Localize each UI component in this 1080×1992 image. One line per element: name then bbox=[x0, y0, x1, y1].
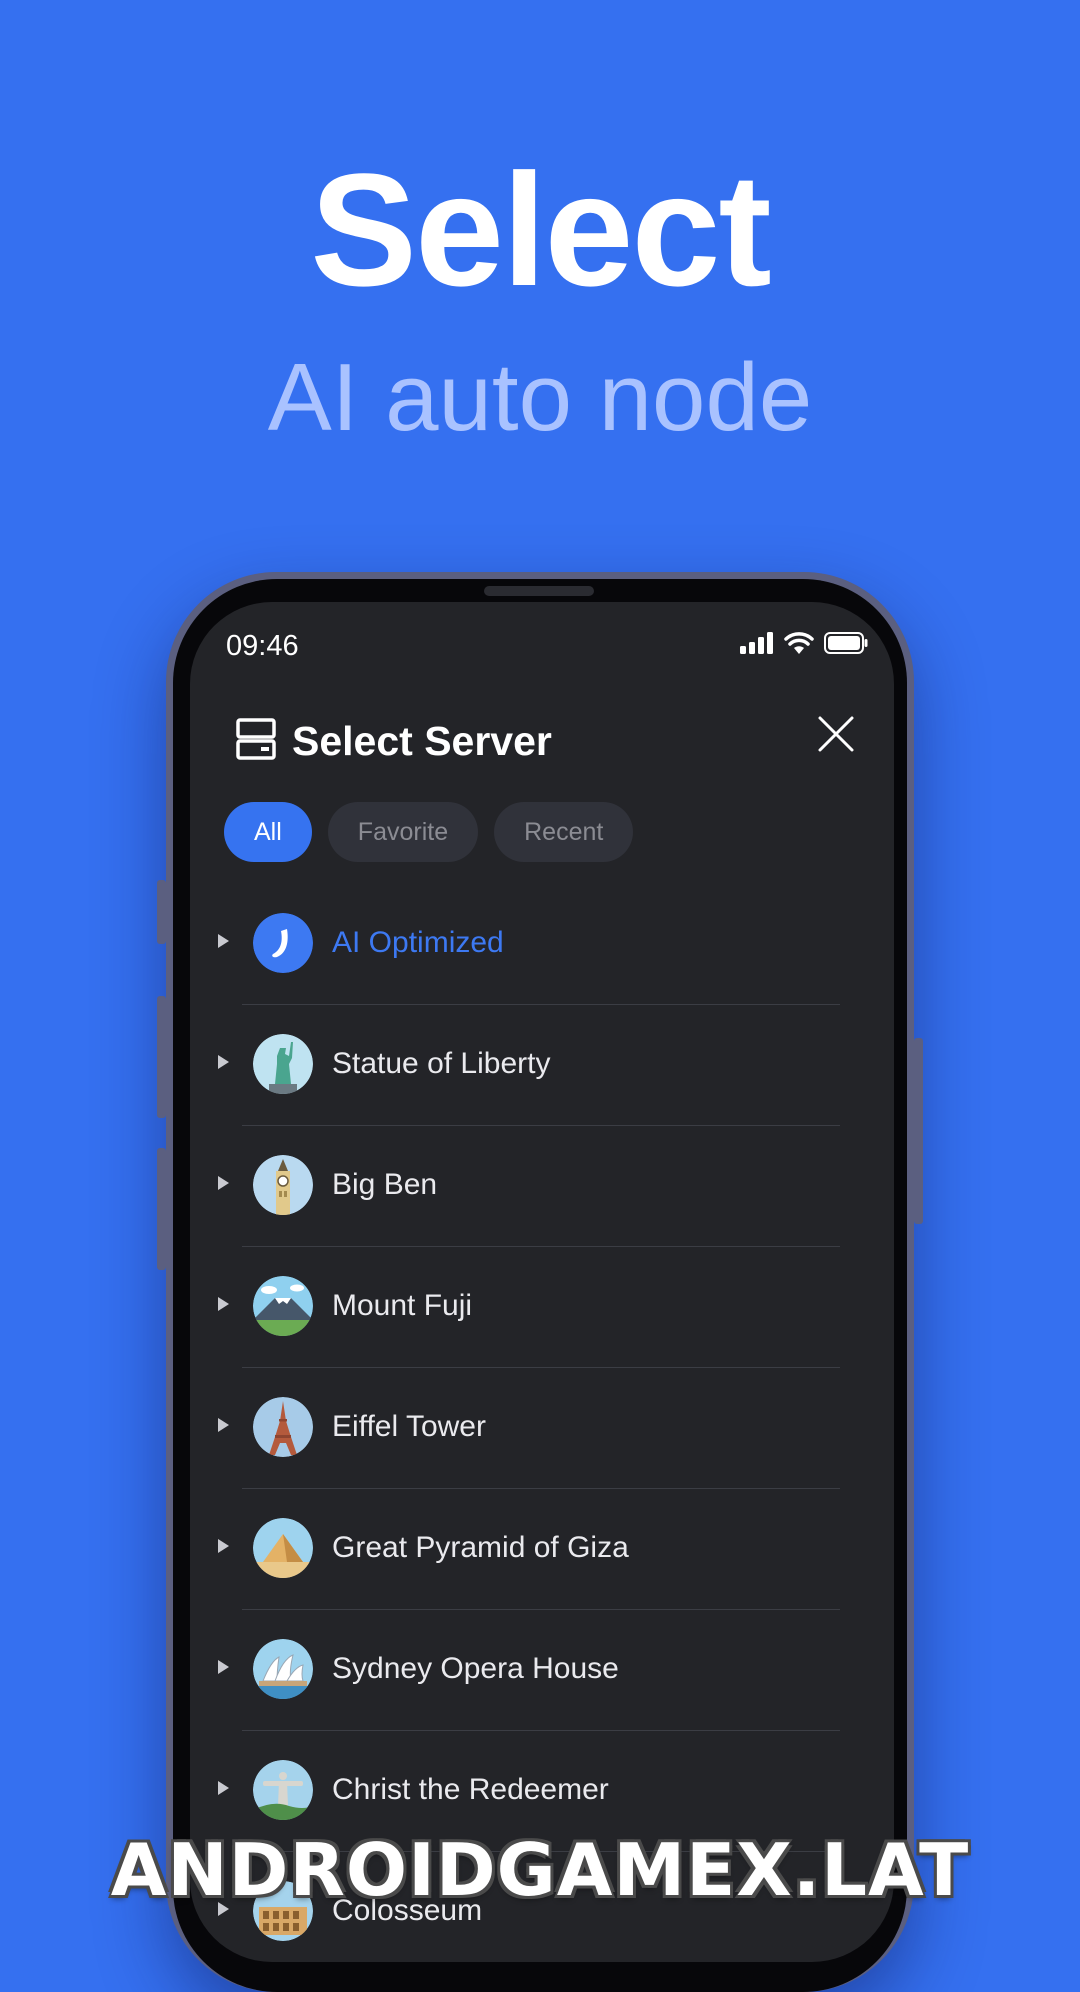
server-row-big-ben[interactable]: Big Ben bbox=[190, 1126, 894, 1247]
expand-arrow-icon[interactable] bbox=[218, 1297, 229, 1311]
ai-logo-icon bbox=[253, 913, 313, 973]
server-name: Christ the Redeemer bbox=[332, 1773, 609, 1806]
expand-arrow-icon[interactable] bbox=[218, 1539, 229, 1553]
christ-redeemer-icon bbox=[253, 1760, 313, 1820]
watermark-text: ANDROIDGAMEX.LAT bbox=[110, 1828, 970, 1912]
status-time: 09:46 bbox=[226, 630, 299, 662]
phone-side-button bbox=[157, 1148, 166, 1270]
hero-title: Select bbox=[310, 140, 771, 319]
big-ben-icon bbox=[253, 1155, 313, 1215]
server-list: AI Optimized Statue of Liberty Big Ben M… bbox=[190, 884, 894, 1962]
signal-icon bbox=[740, 632, 773, 654]
server-name: Eiffel Tower bbox=[332, 1410, 486, 1443]
pyramid-icon bbox=[253, 1518, 313, 1578]
expand-arrow-icon[interactable] bbox=[218, 1176, 229, 1190]
phone-speaker bbox=[484, 586, 594, 596]
server-name: Mount Fuji bbox=[332, 1289, 473, 1322]
server-row-eiffel-tower[interactable]: Eiffel Tower bbox=[190, 1368, 894, 1489]
status-icons bbox=[740, 632, 868, 654]
server-name: Great Pyramid of Giza bbox=[332, 1531, 629, 1564]
expand-arrow-icon[interactable] bbox=[218, 934, 229, 948]
statue-of-liberty-icon bbox=[253, 1034, 313, 1094]
tab-favorite[interactable]: Favorite bbox=[327, 802, 479, 862]
server-row-statue-of-liberty[interactable]: Statue of Liberty bbox=[190, 1005, 894, 1126]
server-icon bbox=[236, 718, 276, 760]
expand-arrow-icon[interactable] bbox=[218, 1781, 229, 1795]
phone-screen: 09:46 Select Server All Favorite Recent bbox=[190, 602, 894, 1962]
server-row-mount-fuji[interactable]: Mount Fuji bbox=[190, 1247, 894, 1368]
filter-tabs: All Favorite Recent bbox=[224, 802, 634, 862]
server-name: AI Optimized bbox=[332, 926, 504, 959]
expand-arrow-icon[interactable] bbox=[218, 1418, 229, 1432]
expand-arrow-icon[interactable] bbox=[218, 1660, 229, 1674]
phone-side-button bbox=[157, 880, 166, 944]
server-row-sydney-opera-house[interactable]: Sydney Opera House bbox=[190, 1610, 894, 1731]
opera-house-icon bbox=[253, 1639, 313, 1699]
expand-arrow-icon[interactable] bbox=[218, 1055, 229, 1069]
mount-fuji-icon bbox=[253, 1276, 313, 1336]
hero-subtitle: AI auto node bbox=[267, 344, 813, 451]
eiffel-tower-icon bbox=[253, 1397, 313, 1457]
server-row-ai-optimized[interactable]: AI Optimized bbox=[190, 884, 894, 1005]
server-row-great-pyramid-of-giza[interactable]: Great Pyramid of Giza bbox=[190, 1489, 894, 1610]
tab-all[interactable]: All bbox=[224, 802, 312, 862]
phone-side-button bbox=[157, 996, 166, 1118]
server-name: Statue of Liberty bbox=[332, 1047, 551, 1080]
battery-icon bbox=[824, 632, 868, 654]
sheet-title: Select Server bbox=[292, 718, 552, 764]
tab-recent[interactable]: Recent bbox=[494, 802, 634, 862]
server-name: Sydney Opera House bbox=[332, 1652, 619, 1685]
close-icon[interactable] bbox=[816, 714, 856, 754]
wifi-icon bbox=[784, 632, 814, 654]
server-name: Big Ben bbox=[332, 1168, 438, 1201]
phone-side-button bbox=[914, 1038, 923, 1224]
